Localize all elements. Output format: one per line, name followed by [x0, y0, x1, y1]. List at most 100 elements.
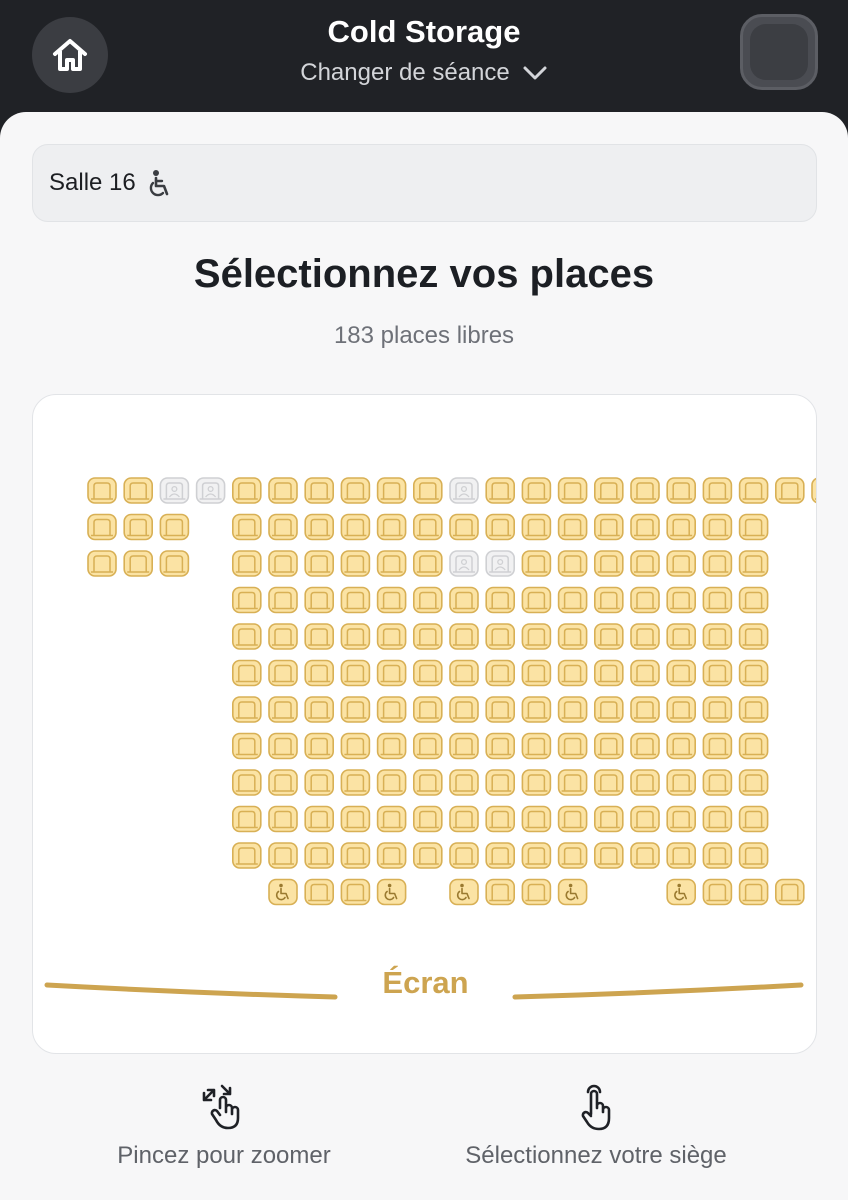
- seat-available[interactable]: [521, 513, 552, 541]
- seat-available[interactable]: [232, 805, 262, 833]
- seat-available[interactable]: [666, 586, 697, 614]
- seat-available[interactable]: [557, 696, 588, 723]
- seat-available[interactable]: [630, 769, 660, 796]
- seat-available[interactable]: [304, 513, 335, 541]
- seat-available[interactable]: [304, 805, 335, 833]
- seat-available[interactable]: [376, 623, 407, 650]
- seat-available[interactable]: [376, 805, 407, 833]
- seat-available[interactable]: [630, 805, 660, 833]
- seat-available[interactable]: [521, 550, 552, 577]
- seat-available[interactable]: [449, 696, 479, 723]
- seat-available[interactable]: [521, 769, 552, 796]
- seat-available[interactable]: [630, 477, 660, 504]
- seat-available[interactable]: [412, 732, 443, 760]
- seat-available[interactable]: [557, 586, 588, 614]
- seat-available[interactable]: [412, 696, 443, 723]
- seat-available[interactable]: [666, 805, 697, 833]
- seat-available[interactable]: [702, 842, 733, 869]
- seat-available[interactable]: [593, 732, 624, 760]
- seat-available[interactable]: [304, 659, 335, 687]
- seat-available[interactable]: [702, 805, 733, 833]
- seat-available[interactable]: [557, 805, 588, 833]
- seat-available[interactable]: [340, 696, 371, 723]
- seat-available[interactable]: [268, 805, 298, 833]
- seat-available[interactable]: [702, 586, 733, 614]
- seat-available[interactable]: [304, 732, 335, 760]
- seat-available[interactable]: [268, 550, 298, 577]
- seat-available[interactable]: [232, 550, 262, 577]
- seat-available[interactable]: [87, 550, 117, 577]
- seat-available[interactable]: [738, 586, 769, 614]
- wheelchair-seat[interactable]: [666, 878, 697, 906]
- seat-available[interactable]: [304, 550, 335, 577]
- seat-available[interactable]: [412, 623, 443, 650]
- seat-available[interactable]: [630, 586, 660, 614]
- seat-available[interactable]: [449, 659, 479, 687]
- wheelchair-seat[interactable]: [268, 878, 298, 906]
- seat-available[interactable]: [774, 477, 805, 504]
- seat-available[interactable]: [557, 842, 588, 869]
- seat-available[interactable]: [376, 659, 407, 687]
- seat-available[interactable]: [666, 769, 697, 796]
- seat-available[interactable]: [485, 696, 516, 723]
- seat-available[interactable]: [304, 769, 335, 796]
- seat-available[interactable]: [702, 696, 733, 723]
- seat-available[interactable]: [340, 769, 371, 796]
- seat-available[interactable]: [232, 696, 262, 723]
- seat-available[interactable]: [87, 513, 117, 541]
- seat-available[interactable]: [557, 659, 588, 687]
- seat-available[interactable]: [412, 477, 443, 504]
- seat-available[interactable]: [630, 513, 660, 541]
- seat-available[interactable]: [666, 659, 697, 687]
- seat-available[interactable]: [521, 805, 552, 833]
- seat-available[interactable]: [268, 513, 298, 541]
- seat-available[interactable]: [738, 513, 769, 541]
- seat-available[interactable]: [376, 550, 407, 577]
- seat-available[interactable]: [702, 732, 733, 760]
- seat-available[interactable]: [449, 805, 479, 833]
- seat-available[interactable]: [557, 769, 588, 796]
- seat-map[interactable]: Écran: [32, 394, 817, 1054]
- seat-available[interactable]: [521, 623, 552, 650]
- seat-available[interactable]: [593, 659, 624, 687]
- seat-available[interactable]: [304, 878, 335, 906]
- seat-available[interactable]: [485, 842, 516, 869]
- seat-available[interactable]: [232, 842, 262, 869]
- seat-available[interactable]: [521, 477, 552, 504]
- seat-available[interactable]: [593, 623, 624, 650]
- seat-available[interactable]: [340, 805, 371, 833]
- seat-available[interactable]: [557, 732, 588, 760]
- seat-available[interactable]: [557, 477, 588, 504]
- seat-available[interactable]: [666, 623, 697, 650]
- seat-available[interactable]: [593, 477, 624, 504]
- seat-available[interactable]: [232, 659, 262, 687]
- seat-available[interactable]: [123, 477, 153, 504]
- seat-available[interactable]: [268, 769, 298, 796]
- seat-available[interactable]: [412, 659, 443, 687]
- seat-available[interactable]: [340, 659, 371, 687]
- seat-available[interactable]: [232, 623, 262, 650]
- seat-available[interactable]: [593, 586, 624, 614]
- seat-available[interactable]: [666, 732, 697, 760]
- seat-available[interactable]: [738, 805, 769, 833]
- seat-available[interactable]: [666, 842, 697, 869]
- seat-available[interactable]: [268, 732, 298, 760]
- seat-available[interactable]: [449, 586, 479, 614]
- seat-available[interactable]: [630, 623, 660, 650]
- seat-available[interactable]: [340, 732, 371, 760]
- seat-available[interactable]: [268, 842, 298, 869]
- seat-available[interactable]: [340, 623, 371, 650]
- seat-available[interactable]: [449, 732, 479, 760]
- seat-available[interactable]: [268, 586, 298, 614]
- seat-available[interactable]: [412, 550, 443, 577]
- seat-available[interactable]: [304, 477, 335, 504]
- seat-available[interactable]: [412, 513, 443, 541]
- seat-available[interactable]: [702, 769, 733, 796]
- wheelchair-seat[interactable]: [557, 878, 588, 906]
- seat-available[interactable]: [702, 550, 733, 577]
- seat-available[interactable]: [485, 769, 516, 796]
- change-session-button[interactable]: Changer de séance: [0, 59, 848, 87]
- seat-available[interactable]: [304, 696, 335, 723]
- seat-available[interactable]: [304, 623, 335, 650]
- seat-available[interactable]: [630, 659, 660, 687]
